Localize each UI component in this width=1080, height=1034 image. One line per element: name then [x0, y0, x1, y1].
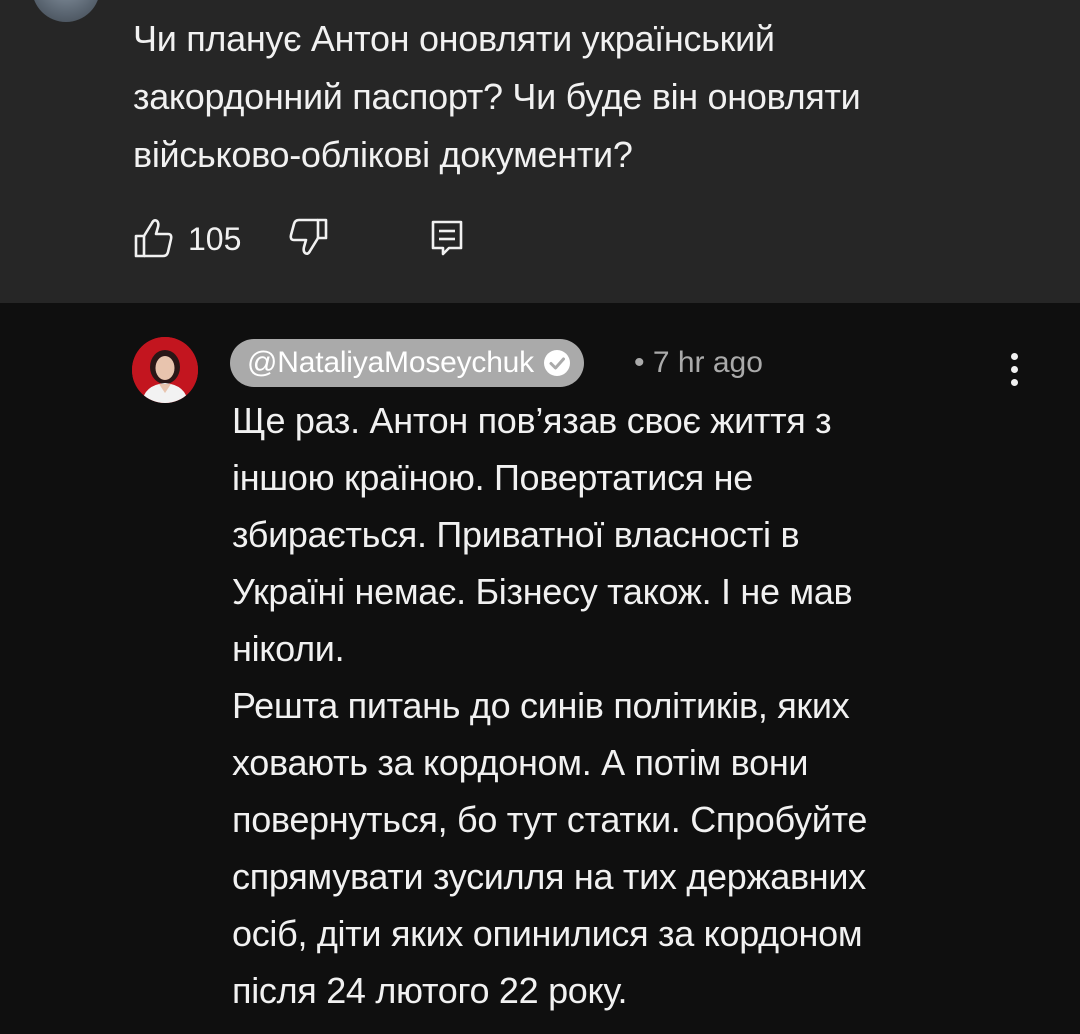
dislike-button[interactable] — [285, 214, 329, 260]
reply-comment-text: Ще раз. Антон пов’язав своє життя з іншо… — [232, 400, 868, 1011]
menu-dot — [1011, 379, 1018, 386]
parent-comment-text: Чи планує Антон оновляти український зак… — [133, 18, 861, 175]
reply-button[interactable] — [427, 216, 467, 260]
menu-dot — [1011, 353, 1018, 360]
comment-timestamp: • 7 hr ago — [634, 346, 763, 379]
thumbs-down-icon — [289, 218, 328, 255]
author-name: @NataliyaMoseychuk — [247, 346, 534, 379]
author-name-chip[interactable]: @NataliyaMoseychuk — [230, 339, 584, 387]
like-count: 105 — [188, 221, 242, 257]
parent-comment-menu-button[interactable] — [1006, 0, 1022, 6]
reply-comment-menu-button[interactable] — [1006, 351, 1022, 391]
menu-dot — [1011, 366, 1018, 373]
avatar[interactable] — [132, 337, 198, 403]
parent-comment: Чи планує Антон оновляти український зак… — [0, 0, 1080, 303]
parent-commenter-avatar[interactable] — [32, 0, 100, 22]
verified-check-icon — [543, 350, 570, 376]
reply-comment: @NataliyaMoseychuk • 7 hr ago Ще раз. Ан… — [0, 303, 1080, 1034]
author-avatar-image — [132, 337, 198, 403]
like-button[interactable] — [133, 214, 173, 260]
thumbs-up-icon — [134, 219, 173, 258]
reply-comment-icon — [431, 220, 463, 256]
comments-screen: Чи планує Антон оновляти український зак… — [0, 0, 1080, 1034]
